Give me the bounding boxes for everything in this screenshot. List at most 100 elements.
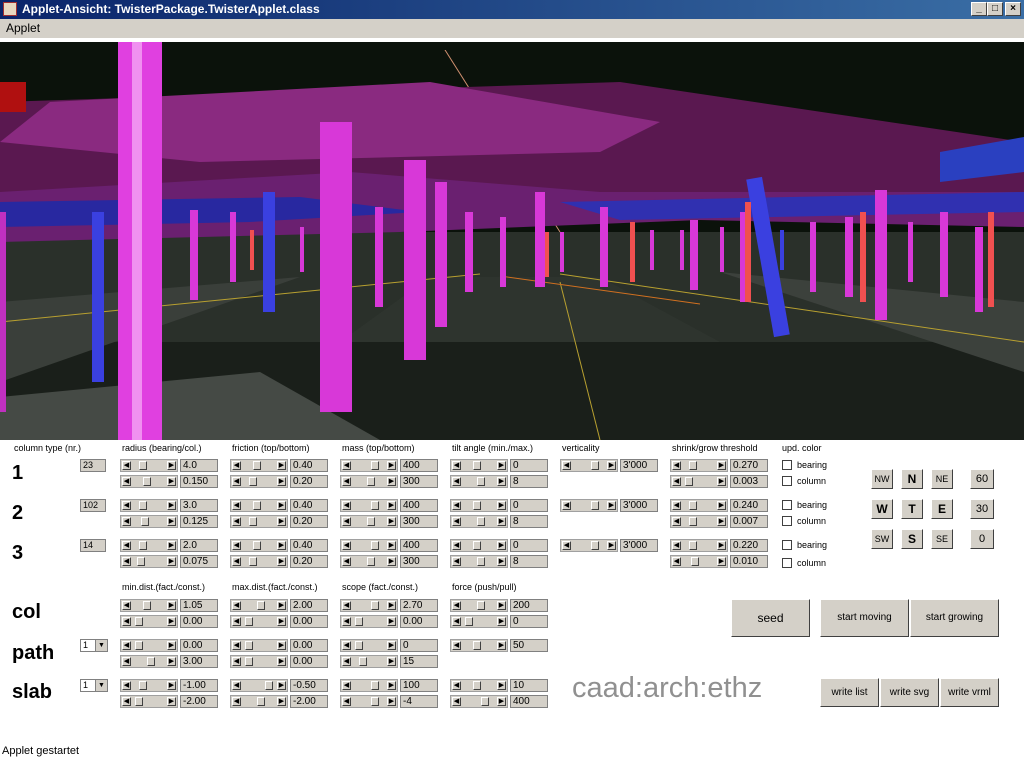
bearing-checkbox-1[interactable] [782,460,792,470]
radius-bearing-slider-3[interactable]: ◀ ▶ [120,539,178,552]
write-vrml-button[interactable]: write vrml [940,678,999,707]
col-force-value-b[interactable]: 0 [510,615,548,628]
tilt-max-value-2[interactable]: 8 [510,515,548,528]
type-nr-3[interactable]: 14 [80,539,106,552]
col-min-dist-value-b[interactable]: 0.00 [180,615,218,628]
direction-e-button[interactable]: E [931,499,953,519]
radius-bearing-value-1[interactable]: 4.0 [180,459,218,472]
speed-0-button[interactable]: 0 [970,529,994,549]
shrink-slider-a-1[interactable]: ◀ ▶ [670,459,728,472]
path-force-slider-a[interactable]: ◀ ▶ [450,639,508,652]
col-min-dist-slider-b[interactable]: ◀ ▶ [120,615,178,628]
column-checkbox-1[interactable] [782,476,792,486]
direction-n-button[interactable]: N [901,469,923,489]
col-max-dist-slider-b[interactable]: ◀ ▶ [230,615,288,628]
tilt-max-value-3[interactable]: 8 [510,555,548,568]
radius-col-slider-2[interactable]: ◀ ▶ [120,515,178,528]
slab-select[interactable]: 1 ▼ [80,679,108,692]
write-svg-button[interactable]: write svg [880,678,939,707]
write-list-button[interactable]: write list [820,678,879,707]
verticality-value-2[interactable]: 3'000 [620,499,658,512]
col-force-slider-b[interactable]: ◀ ▶ [450,615,508,628]
shrink-slider-b-3[interactable]: ◀ ▶ [670,555,728,568]
friction-top-slider-3[interactable]: ◀ ▶ [230,539,288,552]
path-min-dist-value-a[interactable]: 0.00 [180,639,218,652]
radius-col-value-3[interactable]: 0.075 [180,555,218,568]
start-growing-button[interactable]: start growing [910,599,999,637]
friction-bottom-slider-1[interactable]: ◀ ▶ [230,475,288,488]
path-scope-slider-b[interactable]: ◀ ▶ [340,655,398,668]
friction-bottom-slider-2[interactable]: ◀ ▶ [230,515,288,528]
start-moving-button[interactable]: start moving [820,599,909,637]
path-scope-slider-a[interactable]: ◀ ▶ [340,639,398,652]
col-min-dist-slider-a[interactable]: ◀ ▶ [120,599,178,612]
verticality-slider-3[interactable]: ◀ ▶ [560,539,618,552]
bearing-checkbox-3[interactable] [782,540,792,550]
path-min-dist-slider-b[interactable]: ◀ ▶ [120,655,178,668]
seed-button[interactable]: seed [731,599,810,637]
mass-bottom-slider-3[interactable]: ◀ ▶ [340,555,398,568]
mass-bottom-slider-1[interactable]: ◀ ▶ [340,475,398,488]
shrink-value-a-1[interactable]: 0.270 [730,459,768,472]
slab-scope-value-a[interactable]: 100 [400,679,438,692]
direction-ne-button[interactable]: NE [931,469,953,489]
slab-scope-value-b[interactable]: -4 [400,695,438,708]
slab-scope-slider-a[interactable]: ◀ ▶ [340,679,398,692]
shrink-value-b-2[interactable]: 0.007 [730,515,768,528]
direction-nw-button[interactable]: NW [871,469,893,489]
column-checkbox-2[interactable] [782,516,792,526]
slab-force-slider-a[interactable]: ◀ ▶ [450,679,508,692]
mass-top-slider-3[interactable]: ◀ ▶ [340,539,398,552]
shrink-slider-a-2[interactable]: ◀ ▶ [670,499,728,512]
mass-top-slider-2[interactable]: ◀ ▶ [340,499,398,512]
mass-bottom-value-2[interactable]: 300 [400,515,438,528]
tilt-max-slider-1[interactable]: ◀ ▶ [450,475,508,488]
path-scope-value-a[interactable]: 0 [400,639,438,652]
path-max-dist-slider-a[interactable]: ◀ ▶ [230,639,288,652]
tilt-max-slider-3[interactable]: ◀ ▶ [450,555,508,568]
col-scope-slider-a[interactable]: ◀ ▶ [340,599,398,612]
col-force-slider-a[interactable]: ◀ ▶ [450,599,508,612]
verticality-slider-1[interactable]: ◀ ▶ [560,459,618,472]
type-nr-2[interactable]: 102 [80,499,106,512]
tilt-min-slider-3[interactable]: ◀ ▶ [450,539,508,552]
mass-top-value-2[interactable]: 400 [400,499,438,512]
tilt-min-slider-1[interactable]: ◀ ▶ [450,459,508,472]
friction-bottom-value-3[interactable]: 0.20 [290,555,328,568]
col-scope-slider-b[interactable]: ◀ ▶ [340,615,398,628]
tilt-min-value-1[interactable]: 0 [510,459,548,472]
mass-top-slider-1[interactable]: ◀ ▶ [340,459,398,472]
col-scope-value-b[interactable]: 0.00 [400,615,438,628]
slab-scope-slider-b[interactable]: ◀ ▶ [340,695,398,708]
radius-col-value-2[interactable]: 0.125 [180,515,218,528]
radius-bearing-value-2[interactable]: 3.0 [180,499,218,512]
shrink-value-a-2[interactable]: 0.240 [730,499,768,512]
col-min-dist-value-a[interactable]: 1.05 [180,599,218,612]
verticality-value-1[interactable]: 3'000 [620,459,658,472]
direction-sw-button[interactable]: SW [871,529,893,549]
direction-t-button[interactable]: T [901,499,923,519]
tilt-max-value-1[interactable]: 8 [510,475,548,488]
col-max-dist-slider-a[interactable]: ◀ ▶ [230,599,288,612]
slab-min-dist-value-b[interactable]: -2.00 [180,695,218,708]
friction-bottom-value-1[interactable]: 0.20 [290,475,328,488]
radius-col-value-1[interactable]: 0.150 [180,475,218,488]
slab-max-dist-value-a[interactable]: -0.50 [290,679,328,692]
direction-w-button[interactable]: W [871,499,893,519]
shrink-slider-b-2[interactable]: ◀ ▶ [670,515,728,528]
shrink-value-a-3[interactable]: 0.220 [730,539,768,552]
mass-bottom-value-1[interactable]: 300 [400,475,438,488]
menu-applet[interactable]: Applet [6,21,40,35]
radius-col-slider-3[interactable]: ◀ ▶ [120,555,178,568]
type-nr-1[interactable]: 23 [80,459,106,472]
radius-bearing-value-3[interactable]: 2.0 [180,539,218,552]
path-min-dist-slider-a[interactable]: ◀ ▶ [120,639,178,652]
friction-top-value-2[interactable]: 0.40 [290,499,328,512]
tilt-min-value-2[interactable]: 0 [510,499,548,512]
tilt-min-value-3[interactable]: 0 [510,539,548,552]
path-max-dist-value-b[interactable]: 0.00 [290,655,328,668]
minimize-button[interactable]: _ [971,2,987,16]
friction-top-value-1[interactable]: 0.40 [290,459,328,472]
mass-bottom-slider-2[interactable]: ◀ ▶ [340,515,398,528]
path-select[interactable]: 1 ▼ [80,639,108,652]
